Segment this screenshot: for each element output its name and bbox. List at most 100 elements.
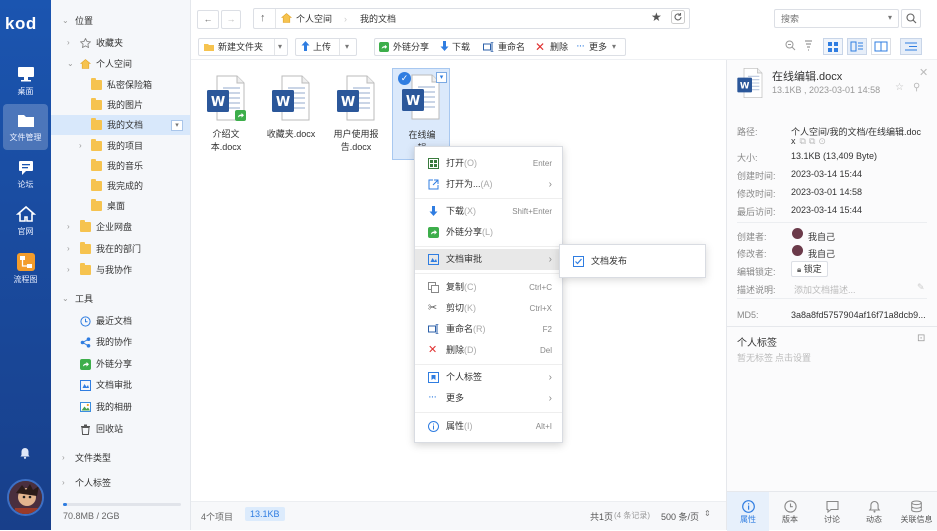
- zoom-icon[interactable]: [785, 40, 796, 51]
- tag-icon[interactable]: ⊡: [917, 333, 925, 344]
- chevron-down-icon[interactable]: ▾: [436, 72, 447, 83]
- tree-item-my-documents[interactable]: 我的文档 ▾: [51, 115, 190, 135]
- tab-related[interactable]: 关联信息: [895, 492, 937, 531]
- chevron-down-icon[interactable]: ▾: [278, 39, 282, 55]
- toggle-detail-panel-icon[interactable]: [900, 38, 922, 55]
- up-arrow-icon[interactable]: ↑: [260, 10, 266, 26]
- view-list-icon[interactable]: [847, 38, 867, 55]
- edit-icon[interactable]: ✎: [917, 282, 925, 293]
- dock-item-desktop[interactable]: 桌面: [3, 58, 48, 104]
- folder-icon: [91, 179, 102, 191]
- tree-item-personal[interactable]: ⌄ 个人空间: [51, 54, 190, 74]
- chevron-down-icon[interactable]: ▾: [345, 39, 349, 55]
- file-item[interactable]: W 收藏夹.docx: [262, 70, 320, 160]
- star-icon[interactable]: ★: [651, 10, 662, 24]
- tree-item-safe-box[interactable]: 私密保险箱: [51, 75, 190, 95]
- menu-item-publish[interactable]: 文档发布: [560, 251, 705, 272]
- menu-item-rename[interactable]: 重命名(R) F2: [415, 319, 562, 340]
- menu-label: 更多: [446, 393, 465, 403]
- tree-item-doc-review[interactable]: 文档审批: [51, 375, 190, 395]
- menu-item-review[interactable]: 文档审批 ›: [415, 249, 562, 270]
- dropdown-toggle-icon[interactable]: ▾: [171, 120, 183, 131]
- detail-label: 路径:: [737, 127, 758, 137]
- pin-icon[interactable]: ⚲: [913, 82, 920, 93]
- context-menu: 打开(O) Enter 打开为...(A) › 下载(X) Shift+Ente…: [414, 146, 563, 443]
- user-avatar[interactable]: [7, 479, 44, 516]
- tree-item-completed[interactable]: 我完成的: [51, 176, 190, 196]
- notification-bell-icon[interactable]: [19, 447, 31, 459]
- tree-item-my-department[interactable]: › 我在的部门: [51, 239, 190, 259]
- address-bar[interactable]: ↑ 个人空间 › 我的文档: [253, 8, 690, 29]
- menu-item-download[interactable]: 下载(X) Shift+Enter: [415, 201, 562, 222]
- sort-icon[interactable]: [803, 40, 814, 51]
- tree-item-desktop[interactable]: 桌面: [51, 196, 190, 216]
- new-folder-button[interactable]: 新建文件夹 ▾: [198, 38, 288, 56]
- tab-properties[interactable]: 属性: [727, 492, 769, 531]
- search-input[interactable]: [781, 12, 881, 26]
- detail-modifier[interactable]: 我自己: [808, 247, 835, 260]
- file-item[interactable]: W 用户使用报 告.docx: [327, 70, 385, 160]
- chevron-updown-icon[interactable]: ⇕: [704, 509, 711, 518]
- forward-button[interactable]: →: [221, 10, 241, 29]
- menu-item-copy[interactable]: 复制(C) Ctrl+C: [415, 277, 562, 298]
- refresh-icon[interactable]: [671, 10, 685, 24]
- tree-section-location[interactable]: ⌄ 位置: [51, 11, 190, 31]
- download-label: 下载: [452, 42, 471, 52]
- menu-label: 文档发布: [591, 256, 628, 266]
- star-icon[interactable]: ☆: [895, 82, 904, 93]
- tree-item-collab[interactable]: › 与我协作: [51, 260, 190, 280]
- dock-item-forum[interactable]: 论坛: [3, 151, 48, 197]
- tab-discussion[interactable]: 讨论: [811, 492, 853, 531]
- tree-item-share-link[interactable]: 外链分享: [51, 354, 190, 374]
- tree-item-my-music[interactable]: 我的音乐: [51, 156, 190, 176]
- dock-item-website[interactable]: 官网: [3, 198, 48, 244]
- description-input[interactable]: 添加文档描述...: [794, 283, 856, 296]
- menu-item-open[interactable]: 打开(O) Enter: [415, 153, 562, 174]
- tab-versions[interactable]: 版本: [769, 492, 811, 531]
- menu-shortcut: F2: [542, 325, 552, 334]
- tree-section-file-types[interactable]: › 文件类型: [51, 448, 190, 468]
- per-page-select[interactable]: 500 条/页: [661, 510, 699, 523]
- upload-button[interactable]: 上传 ▾: [295, 38, 357, 56]
- menu-item-tags[interactable]: 个人标签 ›: [415, 367, 562, 388]
- menu-item-cut[interactable]: ✂ 剪切(K) Ctrl+X: [415, 298, 562, 319]
- tree-section-personal-tags[interactable]: › 个人标签: [51, 473, 190, 493]
- detail-tabs: 属性 版本 讨论 动态 关联信息: [726, 491, 937, 531]
- back-button[interactable]: ←: [197, 10, 219, 29]
- tree-section-tools[interactable]: ⌄ 工具: [51, 289, 190, 309]
- close-icon[interactable]: ✕: [919, 66, 928, 79]
- menu-item-delete[interactable]: ✕ 删除(D) Del: [415, 340, 562, 361]
- tree-item-enterprise[interactable]: › 企业网盘: [51, 217, 190, 237]
- tree-item-recent[interactable]: 最近文档: [51, 311, 190, 331]
- breadcrumb-root[interactable]: 个人空间: [296, 11, 332, 27]
- tags-set-link[interactable]: 点击设置: [775, 353, 811, 363]
- tree-item-my-projects[interactable]: › 我的项目: [51, 136, 190, 156]
- search-icon: [906, 13, 917, 24]
- view-icon-large[interactable]: [823, 38, 843, 55]
- menu-item-open-with[interactable]: 打开为...(A) ›: [415, 174, 562, 195]
- search-button[interactable]: [901, 9, 921, 28]
- tree-item-my-album[interactable]: 我的相册: [51, 397, 190, 417]
- menu-item-properties[interactable]: 属性(I) Alt+I: [415, 416, 562, 437]
- detail-creator[interactable]: 我自己: [808, 230, 835, 243]
- breadcrumb-current[interactable]: 我的文档: [360, 11, 396, 27]
- menu-shortcut: Shift+Enter: [512, 207, 552, 216]
- lock-button[interactable]: 🔒︎ 锁定: [791, 261, 828, 277]
- tree-item-my-collab[interactable]: 我的协作: [51, 332, 190, 352]
- chevron-down-icon[interactable]: ▾: [888, 10, 892, 26]
- menu-item-more[interactable]: ··· 更多 ›: [415, 388, 562, 409]
- view-split-icon[interactable]: [871, 38, 891, 55]
- menu-item-share[interactable]: 外链分享(L): [415, 222, 562, 243]
- search-box[interactable]: ▾: [774, 9, 899, 28]
- check-icon[interactable]: ✓: [398, 72, 411, 85]
- tree-item-my-pictures[interactable]: 我的图片: [51, 95, 190, 115]
- tree-item-favorites[interactable]: › 收藏夹: [51, 33, 190, 53]
- dock-item-file-manager[interactable]: 文件管理: [3, 104, 48, 150]
- review-icon: [428, 254, 439, 265]
- item-count: 4个项目: [201, 512, 234, 522]
- file-item[interactable]: W 介绍文 本.docx: [197, 70, 255, 160]
- menu-shortcut: Ctrl+C: [529, 283, 552, 292]
- tab-activity[interactable]: 动态: [853, 492, 895, 531]
- dock-item-flowchart[interactable]: 流程图: [3, 246, 48, 292]
- tree-item-recycle[interactable]: 回收站: [51, 419, 190, 439]
